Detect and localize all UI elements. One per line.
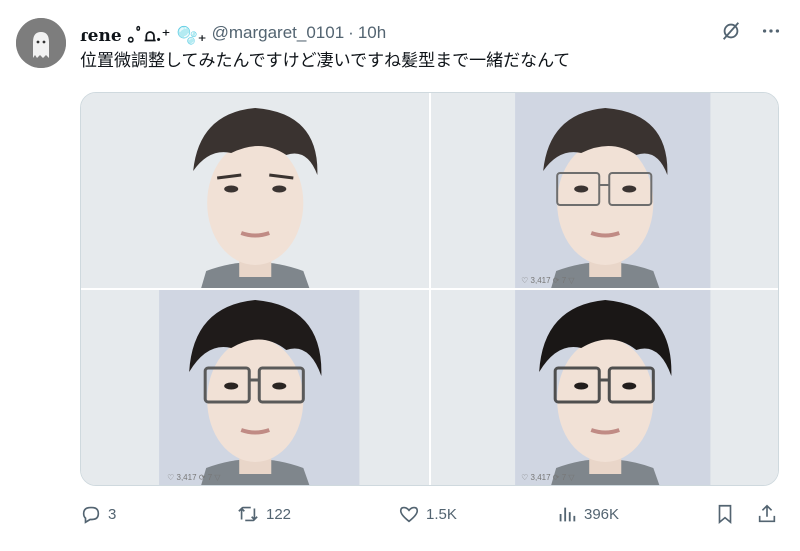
media-grid: ♡ 3,417 ⟳ 7 ▽ ♡ 3,417 ⟳ 7 ▽ ♡ 3,417 ⟳ 7 … (80, 92, 779, 486)
tweet-text: 位置微調整してみたんですけど凄いですね髪型まで一緒だなんて (80, 51, 571, 71)
reply-icon (80, 503, 102, 525)
like-count: 1.5K (426, 505, 457, 523)
svg-text:♡ 3,417 ⟳ 7 ▽: ♡ 3,417 ⟳ 7 ▽ (521, 276, 575, 285)
media-photo-1[interactable] (81, 93, 429, 288)
retweet-button[interactable]: 122 (236, 503, 291, 525)
share-icon (756, 503, 778, 525)
share-button[interactable] (756, 503, 778, 525)
retweet-icon (236, 503, 260, 525)
avatar[interactable] (16, 18, 66, 68)
display-name[interactable]: ɾene ｡ﾟ⩍.⁺ 🫧₊ (80, 21, 207, 46)
analytics-bar-icon (556, 503, 578, 525)
svg-text:♡ 3,417 ⟳ 7 ▽: ♡ 3,417 ⟳ 7 ▽ (167, 473, 221, 482)
media-photo-4[interactable]: ♡ 3,417 ⟳ 7 ▽ (430, 290, 778, 485)
reply-button[interactable]: 3 (80, 503, 116, 525)
views-button[interactable]: 396K (556, 503, 619, 525)
reply-count: 3 (108, 505, 117, 523)
media-photo-2[interactable]: ♡ 3,417 ⟳ 7 ▽ (430, 93, 778, 288)
like-button[interactable]: 1.5K (398, 503, 457, 525)
media-photo-3[interactable]: ♡ 3,417 ⟳ 7 ▽ (81, 290, 429, 485)
portrait-photo-icon: ♡ 3,417 ⟳ 7 ▽ (430, 290, 778, 485)
view-count: 396K (584, 505, 620, 523)
svg-text:♡ 3,417 ⟳ 7 ▽: ♡ 3,417 ⟳ 7 ▽ (521, 473, 575, 482)
bookmark-button[interactable] (714, 503, 736, 525)
portrait-photo-icon: ♡ 3,417 ⟳ 7 ▽ (430, 93, 778, 288)
bookmark-icon (714, 503, 736, 525)
grok-icon[interactable] (720, 20, 742, 47)
retweet-count: 122 (266, 505, 292, 523)
portrait-photo-icon: ♡ 3,417 ⟳ 7 ▽ (81, 290, 429, 485)
portrait-photo-icon (81, 93, 429, 288)
separator-dot: · (348, 23, 354, 42)
avatar-ghost-icon (16, 18, 66, 68)
user-handle[interactable]: @margaret_0101 (212, 23, 345, 43)
tweet-header: ɾene ｡ﾟ⩍.⁺ 🫧₊ @margaret_0101 · 10h (80, 21, 700, 46)
tweet-timestamp[interactable]: 10h (358, 23, 386, 43)
action-bar: 3 122 1.5K 396K (80, 503, 780, 527)
more-options-icon[interactable] (760, 20, 782, 47)
heart-icon (398, 503, 420, 525)
